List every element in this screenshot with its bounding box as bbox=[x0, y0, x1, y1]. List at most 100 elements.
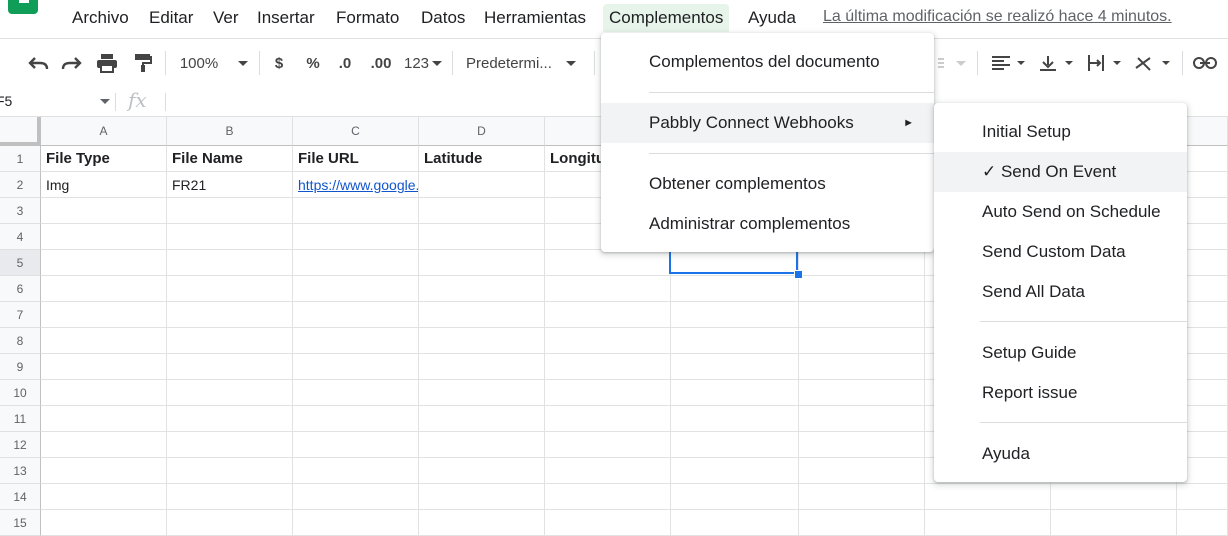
grid-cell[interactable] bbox=[167, 458, 293, 484]
column-header-c[interactable]: C bbox=[293, 117, 419, 146]
menu-item-setup-guide[interactable]: Setup Guide bbox=[934, 333, 1187, 373]
grid-cell[interactable] bbox=[545, 276, 671, 302]
fill-handle[interactable] bbox=[794, 270, 803, 279]
grid-cell[interactable] bbox=[545, 432, 671, 458]
menu-datos[interactable]: Datos bbox=[415, 4, 471, 32]
row-header-10[interactable]: 10 bbox=[0, 380, 41, 406]
sheets-logo-icon[interactable] bbox=[8, 0, 38, 14]
menu-ayuda[interactable]: Ayuda bbox=[742, 4, 802, 32]
grid-cell[interactable] bbox=[293, 328, 419, 354]
grid-cell[interactable] bbox=[293, 224, 419, 250]
cell-c1[interactable]: File URL bbox=[293, 146, 419, 172]
column-header-a[interactable]: A bbox=[41, 117, 167, 146]
grid-cell[interactable] bbox=[1177, 510, 1228, 536]
grid-cell[interactable] bbox=[799, 458, 925, 484]
name-box[interactable]: F5 bbox=[0, 87, 110, 116]
grid-cell[interactable] bbox=[293, 432, 419, 458]
grid-cell[interactable] bbox=[167, 432, 293, 458]
select-all-corner[interactable] bbox=[0, 117, 41, 146]
grid-cell[interactable] bbox=[41, 224, 167, 250]
currency-format-button[interactable]: $ bbox=[268, 39, 290, 87]
grid-cell[interactable] bbox=[293, 510, 419, 536]
grid-cell[interactable] bbox=[41, 276, 167, 302]
menu-formato[interactable]: Formato bbox=[330, 4, 405, 32]
grid-cell[interactable] bbox=[167, 380, 293, 406]
grid-cell[interactable] bbox=[419, 198, 545, 224]
row-header-15[interactable]: 15 bbox=[0, 510, 41, 536]
grid-cell[interactable] bbox=[671, 276, 799, 302]
undo-icon[interactable] bbox=[24, 39, 52, 87]
grid-cell[interactable] bbox=[293, 406, 419, 432]
cell-a1[interactable]: File Type bbox=[41, 146, 167, 172]
grid-cell[interactable] bbox=[545, 354, 671, 380]
cell-b2[interactable]: FR21 bbox=[167, 172, 293, 198]
grid-cell[interactable] bbox=[799, 276, 925, 302]
grid-cell[interactable] bbox=[671, 328, 799, 354]
menu-complementos[interactable]: Complementos bbox=[603, 4, 730, 32]
cell-c2-link[interactable]: https://www.google.com bbox=[293, 172, 419, 198]
grid-cell[interactable] bbox=[671, 484, 799, 510]
grid-cell[interactable] bbox=[799, 302, 925, 328]
decrease-decimal-button[interactable]: .0 bbox=[332, 39, 358, 87]
grid-cell[interactable] bbox=[293, 484, 419, 510]
grid-cell[interactable] bbox=[41, 484, 167, 510]
grid-cell[interactable] bbox=[41, 458, 167, 484]
vertical-align-icon[interactable] bbox=[1036, 39, 1076, 87]
menu-insertar[interactable]: Insertar bbox=[251, 4, 321, 32]
grid-cell[interactable] bbox=[167, 484, 293, 510]
percent-format-button[interactable]: % bbox=[302, 39, 324, 87]
grid-cell[interactable] bbox=[293, 250, 419, 276]
grid-cell[interactable] bbox=[545, 328, 671, 354]
zoom-select[interactable]: 100% bbox=[176, 39, 252, 87]
column-header-b[interactable]: B bbox=[167, 117, 293, 146]
grid-cell[interactable] bbox=[41, 432, 167, 458]
grid-cell[interactable] bbox=[545, 458, 671, 484]
grid-cell[interactable] bbox=[167, 328, 293, 354]
grid-cell[interactable] bbox=[671, 510, 799, 536]
grid-cell[interactable] bbox=[671, 302, 799, 328]
grid-cell[interactable] bbox=[41, 302, 167, 328]
merge-cells-icon[interactable] bbox=[934, 39, 968, 87]
grid-cell[interactable] bbox=[419, 432, 545, 458]
grid-cell[interactable] bbox=[419, 172, 545, 198]
grid-cell[interactable] bbox=[293, 354, 419, 380]
font-family-select[interactable]: Predetermi... bbox=[466, 39, 586, 87]
grid-cell[interactable] bbox=[41, 510, 167, 536]
grid-cell[interactable] bbox=[167, 406, 293, 432]
row-header-11[interactable]: 11 bbox=[0, 406, 41, 432]
row-header-6[interactable]: 6 bbox=[0, 276, 41, 302]
cell-d1[interactable]: Latitude bbox=[419, 146, 545, 172]
row-header-1[interactable]: 1 bbox=[0, 146, 41, 172]
grid-cell[interactable] bbox=[671, 406, 799, 432]
menu-editar[interactable]: Editar bbox=[143, 4, 199, 32]
row-header-8[interactable]: 8 bbox=[0, 328, 41, 354]
row-header-13[interactable]: 13 bbox=[0, 458, 41, 484]
row-header-7[interactable]: 7 bbox=[0, 302, 41, 328]
grid-cell[interactable] bbox=[671, 380, 799, 406]
menu-item-administrar-complementos[interactable]: Administrar complementos bbox=[601, 204, 934, 244]
grid-cell[interactable] bbox=[1051, 510, 1177, 536]
grid-cell[interactable] bbox=[925, 510, 1051, 536]
grid-cell[interactable] bbox=[419, 276, 545, 302]
grid-cell[interactable] bbox=[419, 380, 545, 406]
row-header-9[interactable]: 9 bbox=[0, 354, 41, 380]
row-header-4[interactable]: 4 bbox=[0, 224, 41, 250]
menu-item-pabbly-connect-webhooks[interactable]: Pabbly Connect Webhooks ► bbox=[601, 103, 934, 143]
menu-item-report-issue[interactable]: Report issue bbox=[934, 373, 1187, 413]
grid-cell[interactable] bbox=[799, 250, 925, 276]
grid-cell[interactable] bbox=[419, 510, 545, 536]
grid-cell[interactable] bbox=[545, 250, 671, 276]
grid-cell[interactable] bbox=[41, 328, 167, 354]
grid-cell[interactable] bbox=[293, 198, 419, 224]
grid-cell[interactable] bbox=[41, 406, 167, 432]
text-rotation-icon[interactable] bbox=[1132, 39, 1174, 87]
grid-cell[interactable] bbox=[419, 458, 545, 484]
menu-archivo[interactable]: Archivo bbox=[66, 4, 135, 32]
menu-item-obtener-complementos[interactable]: Obtener complementos bbox=[601, 164, 934, 204]
grid-cell[interactable] bbox=[671, 432, 799, 458]
row-header-14[interactable]: 14 bbox=[0, 484, 41, 510]
grid-cell[interactable] bbox=[419, 250, 545, 276]
menu-item-auto-send-schedule[interactable]: Auto Send on Schedule bbox=[934, 192, 1187, 232]
cell-a2[interactable]: Img bbox=[41, 172, 167, 198]
grid-cell[interactable] bbox=[671, 458, 799, 484]
